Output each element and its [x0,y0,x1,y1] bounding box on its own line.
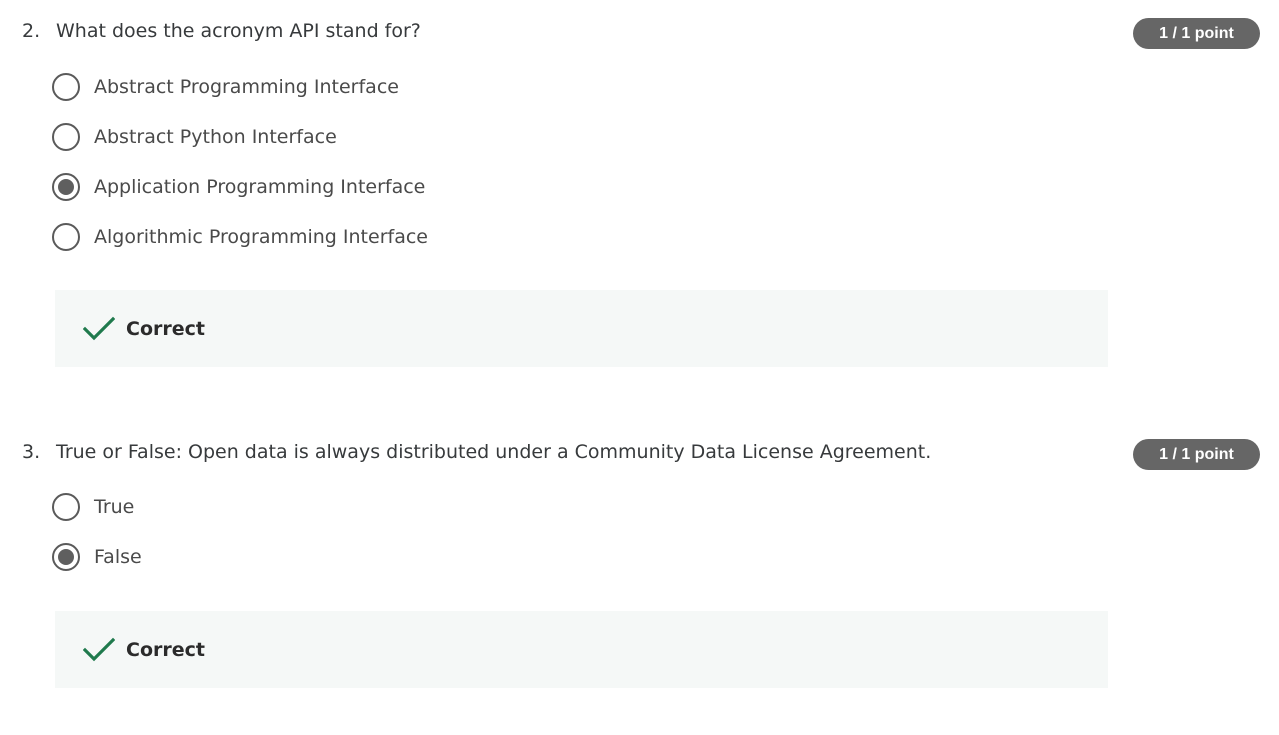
answer-option[interactable]: True [52,492,752,522]
radio-dot [58,179,74,195]
radio-button[interactable] [52,173,80,201]
answer-option[interactable]: False [52,542,752,572]
question-number: 2. [22,20,41,42]
answer-option[interactable]: Abstract Programming Interface [52,72,752,102]
radio-button[interactable] [52,73,80,101]
radio-dot [58,549,74,565]
answer-option[interactable]: Algorithmic Programming Interface [52,222,752,252]
feedback-label: Correct [126,317,205,340]
points-badge: 1 / 1 point [1133,18,1260,49]
radio-button[interactable] [52,123,80,151]
question-number: 3. [22,441,41,463]
option-label: Abstract Python Interface [94,126,337,148]
feedback-panel: Correct [55,290,1108,367]
checkmark-icon [83,316,115,340]
quiz-results-page: 2. What does the acronym API stand for? … [0,0,1279,735]
question-text: What does the acronym API stand for? [56,20,421,42]
question-text: True or False: Open data is always distr… [56,441,932,463]
feedback-panel: Correct [55,611,1108,688]
answer-option[interactable]: Application Programming Interface [52,172,752,202]
radio-button[interactable] [52,493,80,521]
checkmark-icon [83,637,115,661]
option-label: False [94,546,142,568]
option-label: Algorithmic Programming Interface [94,226,428,248]
radio-button[interactable] [52,223,80,251]
option-label: Abstract Programming Interface [94,76,399,98]
option-label: True [94,496,135,518]
radio-button[interactable] [52,543,80,571]
option-label: Application Programming Interface [94,176,426,198]
points-badge: 1 / 1 point [1133,439,1260,470]
feedback-label: Correct [126,638,205,661]
answer-option[interactable]: Abstract Python Interface [52,122,752,152]
